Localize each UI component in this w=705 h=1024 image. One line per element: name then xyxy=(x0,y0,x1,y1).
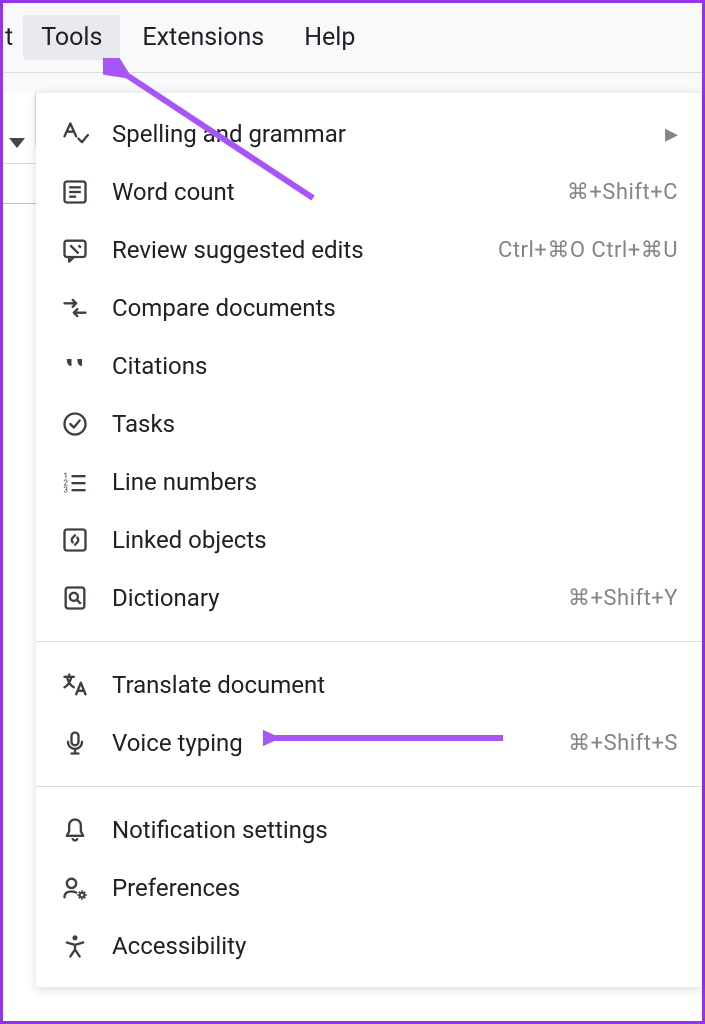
menu-item-line-numbers[interactable]: 123 Line numbers xyxy=(36,453,702,511)
menu-item-preferences[interactable]: Preferences xyxy=(36,859,702,917)
citations-icon xyxy=(60,351,90,381)
menu-separator xyxy=(36,641,702,642)
menu-item-tasks[interactable]: Tasks xyxy=(36,395,702,453)
word-count-icon xyxy=(60,177,90,207)
menubar-partial-text: t xyxy=(5,15,21,60)
tools-dropdown: Spelling and grammar ▸ Word count ⌘+Shif… xyxy=(36,93,702,987)
menu-shortcut: ⌘+Shift+C xyxy=(567,180,678,205)
menu-label: Dictionary xyxy=(112,584,568,612)
menu-label: Line numbers xyxy=(112,468,678,496)
caret-down-icon[interactable] xyxy=(9,138,25,148)
menu-item-translate[interactable]: Translate document xyxy=(36,656,702,714)
menu-item-dictionary[interactable]: Dictionary ⌘+Shift+Y xyxy=(36,569,702,627)
accessibility-icon xyxy=(60,931,90,961)
menu-item-compare-documents[interactable]: Compare documents xyxy=(36,279,702,337)
menu-tools[interactable]: Tools xyxy=(23,15,120,60)
menu-item-review-edits[interactable]: Review suggested edits Ctrl+⌘O Ctrl+⌘U xyxy=(36,221,702,279)
chevron-right-icon: ▸ xyxy=(665,119,678,149)
svg-text:3: 3 xyxy=(63,485,68,495)
menu-help[interactable]: Help xyxy=(286,15,373,60)
menu-label: Word count xyxy=(112,178,567,206)
dictionary-icon xyxy=(60,583,90,613)
menu-extensions[interactable]: Extensions xyxy=(124,15,282,60)
voice-typing-icon xyxy=(60,728,90,758)
tasks-icon xyxy=(60,409,90,439)
menu-label: Preferences xyxy=(112,874,678,902)
menu-shortcut: ⌘+Shift+Y xyxy=(568,586,678,611)
menu-item-linked-objects[interactable]: Linked objects xyxy=(36,511,702,569)
line-numbers-icon: 123 xyxy=(60,467,90,497)
menu-item-voice-typing[interactable]: Voice typing ⌘+Shift+S xyxy=(36,714,702,772)
menubar: t Tools Extensions Help xyxy=(3,3,702,73)
translate-icon xyxy=(60,670,90,700)
ruler xyxy=(3,163,36,213)
menu-item-citations[interactable]: Citations xyxy=(36,337,702,395)
notification-icon xyxy=(60,815,90,845)
spelling-icon xyxy=(60,119,90,149)
review-edits-icon xyxy=(60,235,90,265)
menu-label: Notification settings xyxy=(112,816,678,844)
menu-label: Spelling and grammar xyxy=(112,120,665,148)
preferences-icon xyxy=(60,873,90,903)
menu-item-notification-settings[interactable]: Notification settings xyxy=(36,801,702,859)
menu-label: Citations xyxy=(112,352,678,380)
menu-label: Accessibility xyxy=(112,932,678,960)
menu-label: Linked objects xyxy=(112,526,678,554)
menu-label: Review suggested edits xyxy=(112,236,498,264)
menu-item-spelling-grammar[interactable]: Spelling and grammar ▸ xyxy=(36,105,702,163)
menu-item-word-count[interactable]: Word count ⌘+Shift+C xyxy=(36,163,702,221)
menu-separator xyxy=(36,786,702,787)
menu-label: Compare documents xyxy=(112,294,678,322)
compare-icon xyxy=(60,293,90,323)
linked-objects-icon xyxy=(60,525,90,555)
menu-label: Voice typing xyxy=(112,729,568,757)
toolbar-edge xyxy=(3,93,36,145)
ruler-tick xyxy=(3,203,36,204)
menu-item-accessibility[interactable]: Accessibility xyxy=(36,917,702,975)
menu-shortcut: Ctrl+⌘O Ctrl+⌘U xyxy=(498,238,678,263)
menu-label: Tasks xyxy=(112,410,678,438)
menu-shortcut: ⌘+Shift+S xyxy=(568,731,678,756)
menu-label: Translate document xyxy=(112,671,678,699)
